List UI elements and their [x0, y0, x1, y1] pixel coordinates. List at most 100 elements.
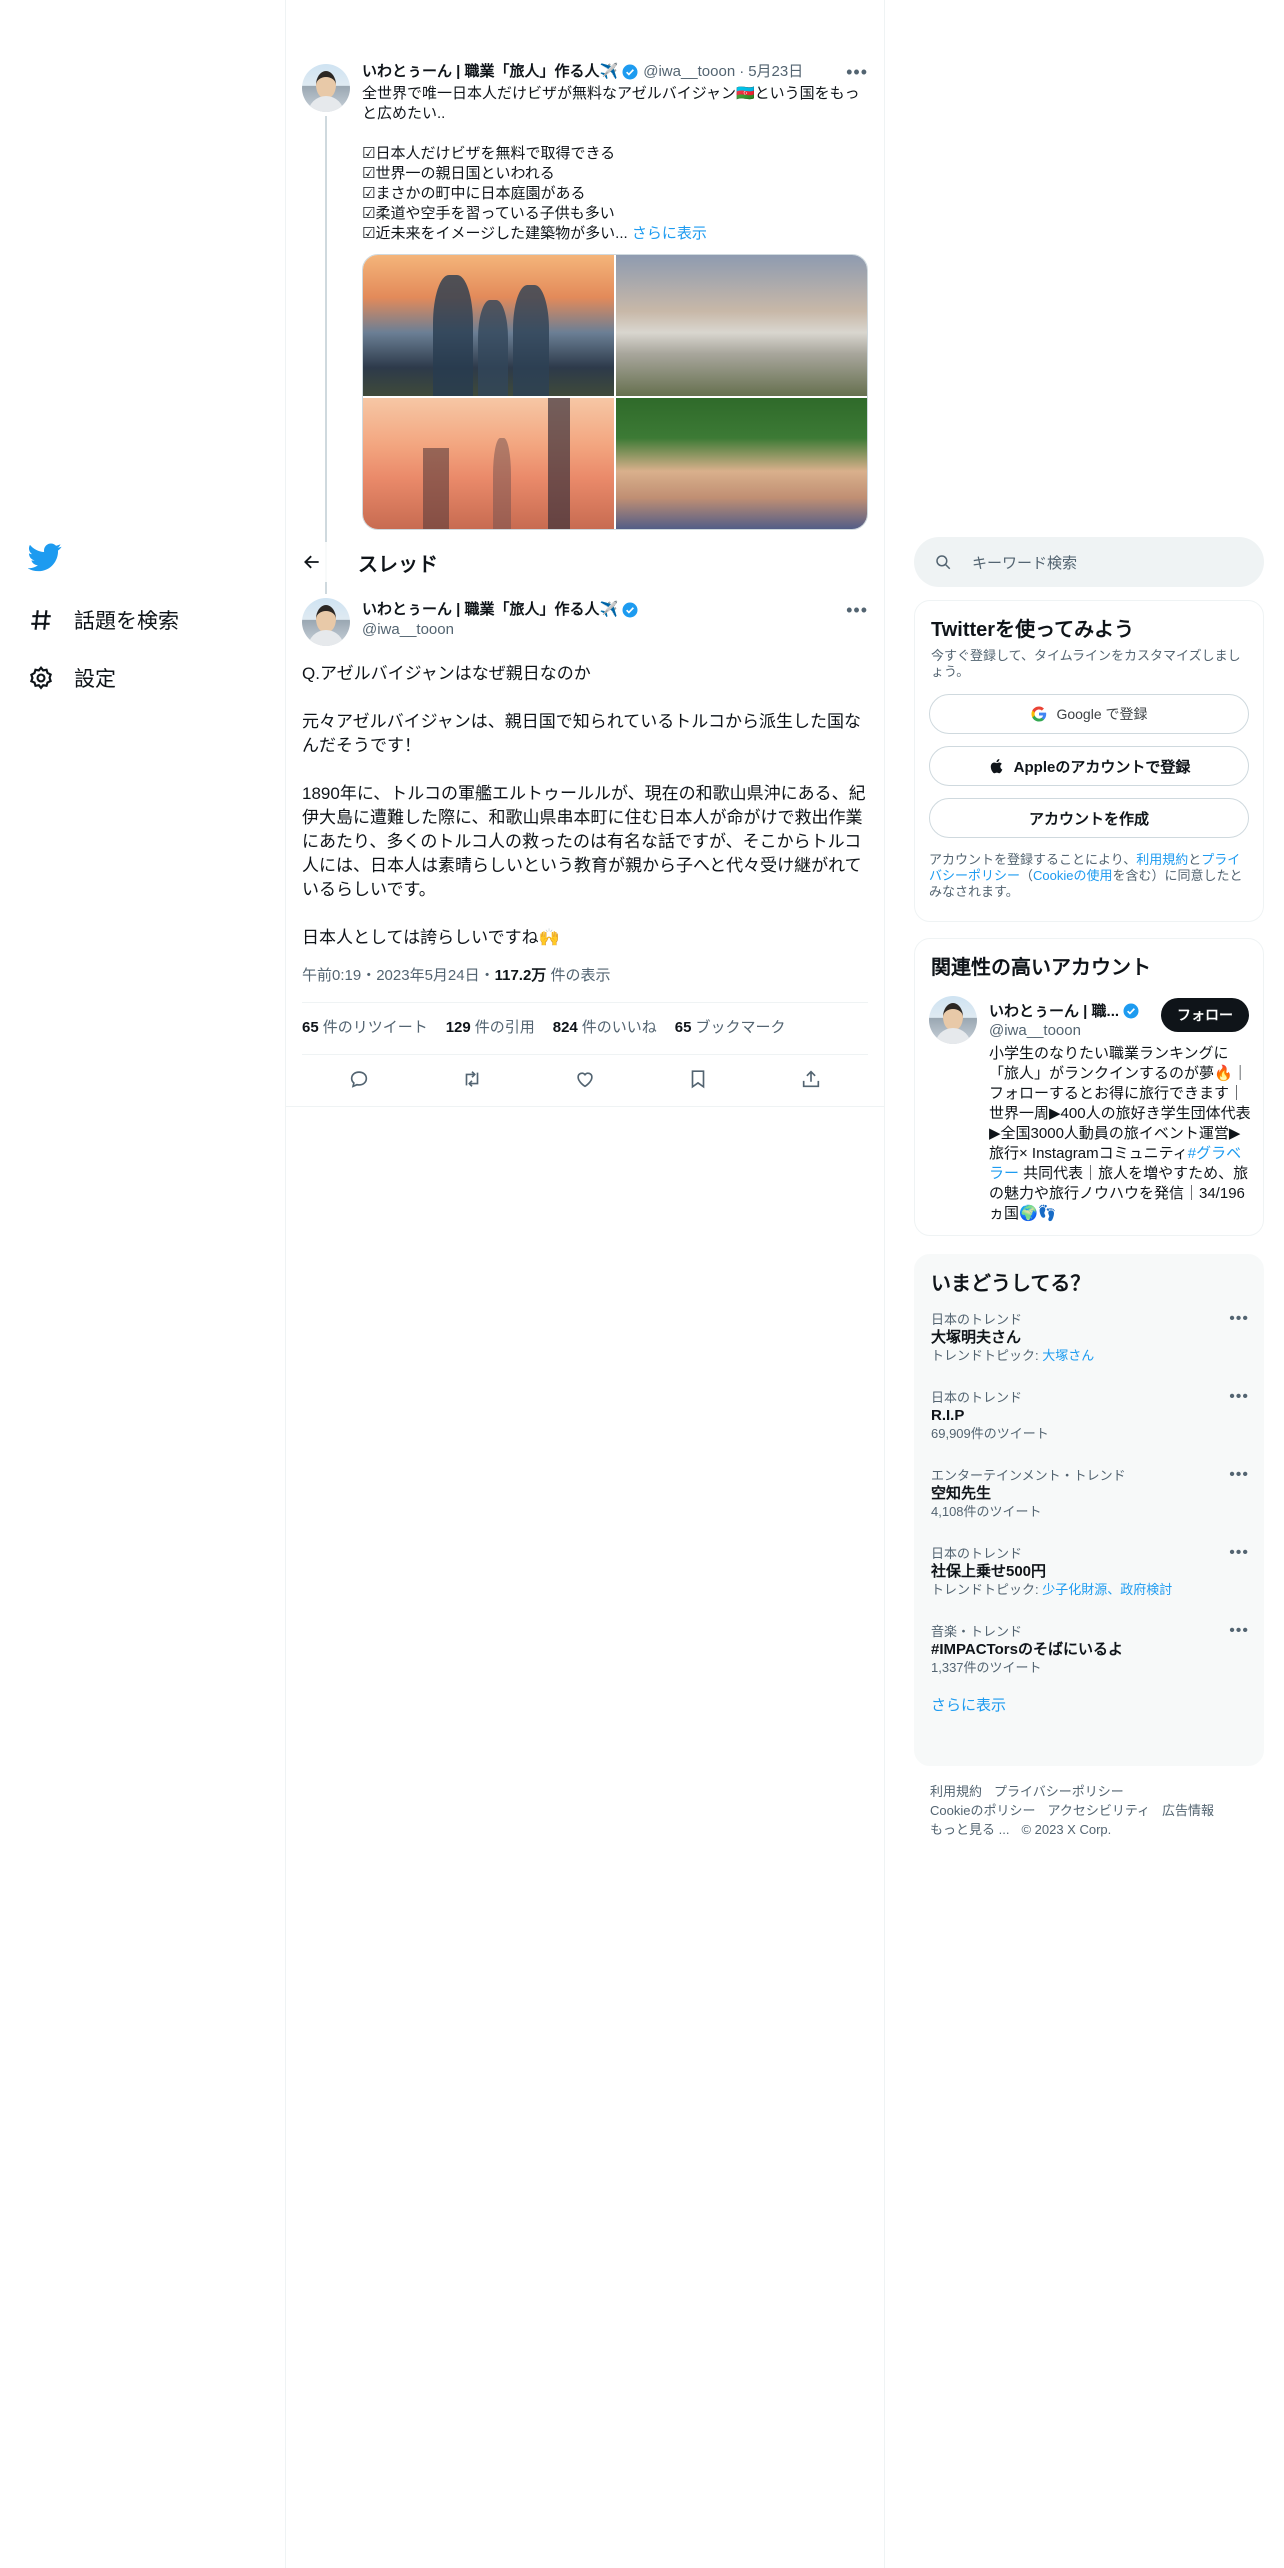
tweet-stats: 65 件のリツイート 129 件の引用 824 件のいいね 65 ブックマーク [302, 1018, 786, 1038]
like-icon[interactable] [574, 1068, 596, 1090]
trend-name: 社保上乗せ500円 [931, 1563, 1047, 1580]
signup-card: Twitterを使ってみよう 今すぐ登録して、タイムラインをカスタマイズしましょ… [914, 600, 1264, 922]
bookmark-stat[interactable]: 65 ブックマーク [675, 1018, 786, 1038]
trend-name: 大塚明夫さん [931, 1329, 1022, 1346]
trend-item[interactable]: 音楽・トレンド #IMPACTorsのそばにいるよ 1,337件のツイート ••… [915, 1612, 1263, 1676]
google-signup-button[interactable]: Google で登録 [929, 694, 1249, 734]
author-name[interactable]: いわとぅーん | 職業「旅人」作る人✈️ [362, 62, 618, 82]
follow-button[interactable]: フォロー [1161, 998, 1249, 1032]
media-image[interactable] [363, 398, 614, 529]
create-account-button[interactable]: アカウントを作成 [929, 798, 1249, 838]
footer-link[interactable]: Cookieのポリシー [930, 1803, 1035, 1818]
more-options-icon[interactable]: ••• [846, 600, 868, 621]
trend-item[interactable]: 日本のトレンド R.I.P 69,909件のツイート ••• [915, 1378, 1263, 1442]
more-options-icon[interactable]: ••• [1229, 1622, 1249, 1640]
media-image[interactable] [616, 255, 867, 396]
thread-connector [325, 116, 327, 594]
account-handle[interactable]: @iwa__tooon [989, 1022, 1081, 1039]
tweet-meta: 午前0:19・2023年5月24日・117.2万 件の表示 [302, 966, 610, 986]
page-title: スレッド [358, 553, 438, 576]
apple-logo-icon [990, 759, 1002, 774]
media-image[interactable] [363, 255, 614, 396]
footer-link[interactable]: 広告情報 [1162, 1803, 1214, 1818]
like-stat[interactable]: 824 件のいいね [553, 1018, 657, 1038]
search-box[interactable]: キーワード検索 [914, 537, 1264, 587]
legal-notice: アカウントを登録することにより、利用規約とプライバシーポリシー（Cookieの使… [929, 852, 1243, 899]
media-image[interactable] [616, 398, 867, 529]
trend-context: 日本のトレンド [931, 1312, 1023, 1327]
footer-link[interactable]: プライバシーポリシー [994, 1784, 1124, 1799]
apple-signup-button[interactable]: Appleのアカウントで登録 [929, 746, 1249, 786]
google-logo-icon [1031, 706, 1047, 722]
cookie-link[interactable]: Cookieの使用 [1033, 868, 1112, 883]
copyright: © 2023 X Corp. [1021, 1822, 1112, 1837]
share-icon[interactable] [800, 1068, 822, 1090]
footer-link[interactable]: 利用規約 [930, 1784, 982, 1799]
trend-item[interactable]: 日本のトレンド 大塚明夫さん トレンドトピック: 大塚さん ••• [915, 1300, 1263, 1364]
tweet-text: 全世界で唯一日本人だけビザが無料なアゼルバイジャン🇦🇿という国をもっと広めたい.… [362, 85, 860, 242]
trend-context: 日本のトレンド [931, 1546, 1023, 1561]
nav-explore-label: 話題を検索 [74, 610, 179, 633]
related-account[interactable]: いわとぅーん | 職... @iwa__tooon フォロー 小学生のなりたい職… [915, 996, 1263, 1226]
trend-context: 音楽・トレンド [931, 1624, 1023, 1639]
trend-name: #IMPACTorsのそばにいるよ [931, 1641, 1123, 1658]
retweet-stat[interactable]: 65 件のリツイート [302, 1018, 428, 1038]
account-name[interactable]: いわとぅーん | 職... [989, 1000, 1140, 1021]
tweet-time[interactable]: 午前0:19・2023年5月24日・ [302, 967, 495, 984]
trend-item[interactable]: 日本のトレンド 社保上乗せ500円 トレンドトピック: 少子化財源、政府検討 •… [915, 1534, 1263, 1598]
tweet-date[interactable]: 5月23日 [748, 62, 803, 82]
terms-link[interactable]: 利用規約 [1136, 852, 1188, 867]
trend-meta: トレンドトピック: 少子化財源、政府検討 [931, 1582, 1173, 1597]
more-options-icon[interactable]: ••• [1229, 1544, 1249, 1562]
footer-link[interactable]: もっと見る ... [930, 1822, 1009, 1837]
quote-stat[interactable]: 129 件の引用 [446, 1018, 535, 1038]
more-options-icon[interactable]: ••• [1229, 1466, 1249, 1484]
nav-settings-label: 設定 [74, 668, 116, 691]
trend-item[interactable]: エンターテインメント・トレンド 空知先生 4,108件のツイート ••• [915, 1456, 1263, 1520]
main-column: いわとぅーん | 職業「旅人」作る人✈️ @iwa__tooon · 5月23日… [286, 0, 884, 2568]
create-account-label: アカウントを作成 [1028, 810, 1149, 828]
author-handle[interactable]: @iwa__tooon [362, 620, 639, 640]
nav-explore[interactable]: 話題を検索 [28, 600, 179, 640]
author-handle[interactable]: @iwa__tooon [643, 62, 735, 82]
avatar[interactable] [302, 64, 350, 112]
divider [302, 1054, 868, 1055]
trend-topic-link[interactable]: 少子化財源、政府検討 [1042, 1582, 1172, 1597]
nav-settings[interactable]: 設定 [28, 658, 116, 698]
separator: · [739, 63, 745, 80]
search-input[interactable]: キーワード検索 [972, 552, 1077, 573]
trend-topic-link[interactable]: 大塚さん [1042, 1348, 1094, 1363]
trend-meta: 4,108件のツイート [931, 1504, 1042, 1519]
related-title: 関連性の高いアカウント [931, 957, 1151, 979]
back-arrow-icon[interactable] [302, 552, 322, 572]
trend-meta: 1,337件のツイート [931, 1660, 1042, 1675]
signup-subtitle: 今すぐ登録して、タイムラインをカスタマイズしましょう。 [931, 648, 1241, 679]
trend-context: エンターテインメント・トレンド [931, 1468, 1126, 1483]
footer-link[interactable]: アクセシビリティ [1047, 1803, 1150, 1818]
more-options-icon[interactable]: ••• [1229, 1310, 1249, 1328]
avatar[interactable] [929, 996, 977, 1044]
trend-meta: 69,909件のツイート [931, 1426, 1049, 1441]
related-accounts-card: 関連性の高いアカウント いわとぅーん | 職... @iwa__tooon フォ… [914, 938, 1264, 1236]
search-icon [936, 555, 951, 570]
trends-title: いまどうしてる？ [931, 1273, 1091, 1295]
trend-meta: トレンドトピック: 大塚さん [931, 1348, 1095, 1363]
trends-show-more-link[interactable]: さらに表示 [915, 1676, 1263, 1731]
show-more-link[interactable]: さらに表示 [632, 225, 707, 242]
media-grid [362, 254, 868, 530]
more-options-icon[interactable]: ••• [846, 62, 868, 83]
divider [286, 1106, 884, 1107]
gear-icon [30, 665, 52, 690]
reply-icon[interactable] [348, 1068, 370, 1090]
view-count: 117.2万 [494, 967, 547, 984]
footer: 利用規約 プライバシーポリシー Cookieのポリシー アクセシビリティ 広告情報 も… [930, 1782, 1250, 1839]
signup-title: Twitterを使ってみよう [931, 619, 1135, 641]
bookmark-icon[interactable] [687, 1068, 709, 1090]
retweet-icon[interactable] [461, 1068, 483, 1090]
tweet-text: Q.アゼルバイジャンはなぜ親日なのか 元々アゼルバイジャンは、親日国で知られてい… [302, 664, 866, 947]
twitter-bird-icon[interactable] [28, 540, 62, 574]
more-options-icon[interactable]: ••• [1229, 1388, 1249, 1406]
author-name[interactable]: いわとぅーん | 職業「旅人」作る人✈️ [362, 600, 618, 620]
hashtag-icon [31, 610, 51, 630]
avatar[interactable] [302, 598, 350, 646]
